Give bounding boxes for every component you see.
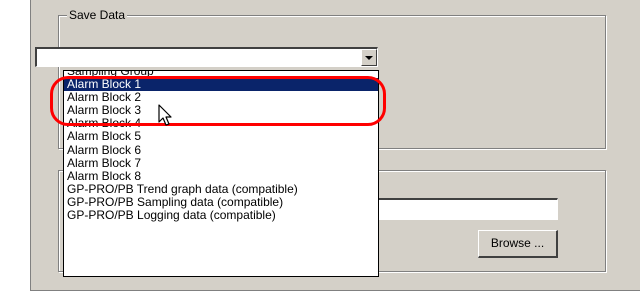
dropdown-option-alarm-block-8[interactable]: Alarm Block 8 bbox=[64, 169, 378, 183]
dropdown-option-alarm-block-5[interactable]: Alarm Block 5 bbox=[64, 130, 378, 143]
dropdown-option-alarm-block-6[interactable]: Alarm Block 6 bbox=[64, 143, 378, 157]
mouse-pointer-icon bbox=[158, 104, 172, 126]
file-path-field[interactable] bbox=[348, 198, 558, 220]
save-data-combobox[interactable] bbox=[35, 47, 378, 67]
annotation-highlight-ellipse bbox=[50, 76, 386, 126]
chevron-down-icon bbox=[365, 56, 373, 60]
dropdown-option-trend-graph-data[interactable]: GP-PRO/PB Trend graph data (compatible) bbox=[64, 182, 378, 196]
browse-button[interactable]: Browse ... bbox=[478, 230, 558, 258]
dropdown-option-logging-data[interactable]: GP-PRO/PB Logging data (compatible) bbox=[64, 208, 378, 222]
combobox-dropdown-button[interactable] bbox=[361, 49, 377, 66]
dropdown-option-alarm-block-7[interactable]: Alarm Block 7 bbox=[64, 156, 378, 170]
save-data-legend: Save Data bbox=[67, 8, 128, 22]
